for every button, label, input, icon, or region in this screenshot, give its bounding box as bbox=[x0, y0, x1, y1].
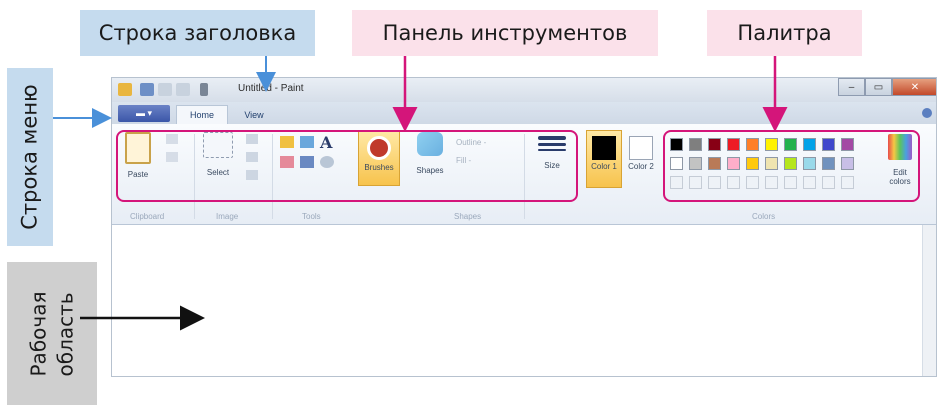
paint-app-icon[interactable] bbox=[118, 83, 132, 96]
paint-window: Untitled - Paint – ▭ ✕ ▬ ▾ Home View Pas… bbox=[111, 77, 937, 377]
color2-swatch bbox=[629, 136, 653, 160]
color1-button[interactable]: Color 1 bbox=[586, 130, 622, 188]
title-bar-callout: Строка заголовка bbox=[80, 10, 315, 56]
close-button[interactable]: ✕ bbox=[892, 78, 936, 96]
menu-bar-callout-text: Строка меню bbox=[18, 84, 43, 230]
undo-icon[interactable] bbox=[158, 83, 172, 96]
menu-bar-callout: Строка меню bbox=[7, 68, 53, 246]
customize-qa-icon[interactable] bbox=[200, 83, 208, 96]
menu-bar: ▬ ▾ Home View bbox=[112, 102, 936, 124]
color1-label: Color 1 bbox=[591, 162, 617, 171]
app-menu-button[interactable]: ▬ ▾ bbox=[118, 105, 170, 122]
work-area-line1: Рабочая bbox=[26, 291, 50, 376]
minimize-button[interactable]: – bbox=[838, 78, 865, 96]
color2-label: Color 2 bbox=[628, 162, 654, 171]
group-label-shapes: Shapes bbox=[454, 212, 482, 221]
window-controls: – ▭ ✕ bbox=[838, 78, 936, 96]
window-title: Untitled - Paint bbox=[238, 83, 304, 94]
color1-swatch bbox=[592, 136, 616, 160]
palette-highlight bbox=[663, 130, 920, 202]
toolbar-highlight bbox=[116, 130, 578, 202]
group-label-colors: Colors bbox=[752, 212, 776, 221]
title-bar-callout-text: Строка заголовка bbox=[98, 21, 297, 45]
redo-icon[interactable] bbox=[176, 83, 190, 96]
maximize-button[interactable]: ▭ bbox=[865, 78, 892, 96]
palette-callout: Палитра bbox=[707, 10, 862, 56]
group-label-tools: Tools bbox=[302, 212, 321, 221]
tab-home[interactable]: Home bbox=[176, 105, 228, 124]
work-area-canvas[interactable] bbox=[112, 225, 936, 376]
title-bar: Untitled - Paint – ▭ ✕ bbox=[112, 78, 936, 102]
palette-callout-text: Палитра bbox=[737, 21, 832, 45]
toolbar-callout: Панель инструментов bbox=[352, 10, 658, 56]
save-icon[interactable] bbox=[140, 83, 154, 96]
work-area-callout-text: Рабочая область bbox=[25, 291, 79, 376]
tab-view[interactable]: View bbox=[234, 105, 274, 124]
toolbar-callout-text: Панель инструментов bbox=[382, 21, 628, 45]
help-icon[interactable] bbox=[922, 108, 932, 118]
group-label-image: Image bbox=[216, 212, 239, 221]
vertical-scrollbar[interactable] bbox=[922, 225, 936, 376]
work-area-line2: область bbox=[53, 291, 77, 376]
color2-button[interactable]: Color 2 bbox=[626, 130, 656, 188]
work-area-callout: Рабочая область bbox=[7, 262, 97, 405]
group-label-clipboard: Clipboard bbox=[130, 212, 165, 221]
